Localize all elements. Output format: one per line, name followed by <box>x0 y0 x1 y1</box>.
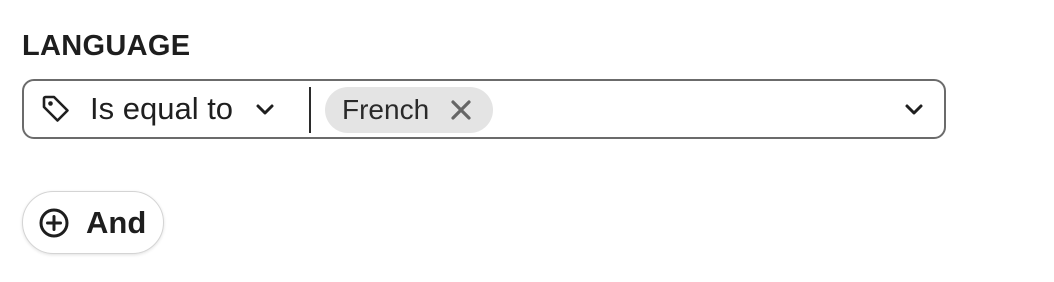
tag-icon <box>42 95 69 122</box>
operator-label: Is equal to <box>90 91 234 126</box>
filter-label: LANGUAGE <box>22 30 191 62</box>
and-button-label: And <box>86 204 147 240</box>
dropdown-toggle-chevron-icon[interactable] <box>902 97 926 121</box>
add-and-condition-button[interactable]: And <box>22 191 164 254</box>
chevron-down-icon <box>256 104 274 115</box>
filter-input[interactable]: Is equal to French <box>22 79 946 139</box>
language-filter: LANGUAGE Is equal to French <box>22 28 950 139</box>
plus-circle-icon <box>39 208 69 237</box>
chip-label: French <box>342 94 430 125</box>
operator-dropdown[interactable]: Is equal to <box>24 81 277 137</box>
divider <box>309 87 311 133</box>
close-icon[interactable] <box>449 98 473 122</box>
value-chip: French <box>325 87 494 133</box>
